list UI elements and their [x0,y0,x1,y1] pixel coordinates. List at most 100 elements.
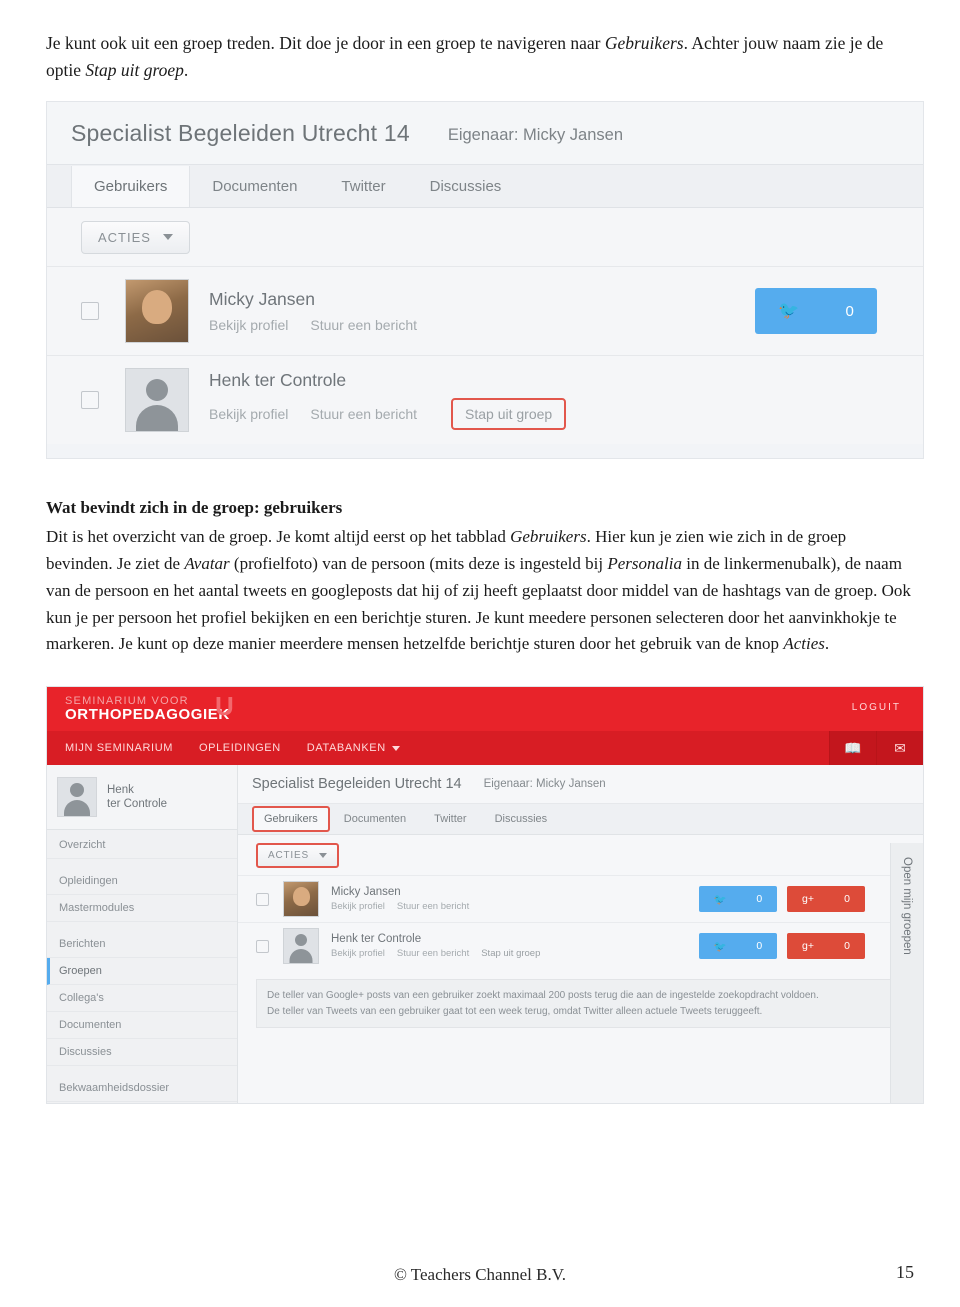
nav-label: MIJN SEMINARIUM [65,742,173,755]
link-bekijk-profiel[interactable]: Bekijk profiel [331,948,385,959]
link-bekijk-profiel[interactable]: Bekijk profiel [331,901,385,912]
sidebar-item-overzicht[interactable]: Overzicht [47,832,237,860]
para-text-4: (profielfoto) van de persoon (mits deze … [229,553,608,573]
nav-label: DATABANKEN [306,742,386,755]
sidebar-item-opleidingen[interactable]: Opleidingen [47,868,237,896]
twitter-count: 0 [845,302,854,320]
nav-icon-group: 📖 ✉ [829,731,923,766]
group-tabs: Gebruikers Documenten Twitter Discussies [47,164,923,209]
twitter-count-button[interactable]: 🐦 0 [699,933,777,960]
user-links: Bekijk profiel Stuur een bericht [331,901,469,912]
mail-icon[interactable]: ✉ [876,731,923,766]
user-name: Micky Jansen [331,886,401,899]
tab-twitter[interactable]: Twitter [420,805,480,834]
logout-button[interactable]: LOGUIT [852,702,901,713]
open-groups-rail[interactable]: Open mijn groepen [890,843,923,1104]
link-stuur-bericht[interactable]: Stuur een bericht [397,948,469,959]
sidebar-item-bekwaamheidsdossier[interactable]: Bekwaamheidsdossier [47,1075,237,1103]
user-row-henk: Henk ter Controle Bekijk profiel Stuur e… [47,355,923,444]
acties-button[interactable]: ACTIES [256,842,339,868]
user-checkbox[interactable] [81,302,99,321]
sidebar-item-documenten[interactable]: Documenten [47,1012,237,1040]
user-links: Bekijk profiel Stuur een bericht Stap ui… [209,398,567,431]
stap-uit-groep-link[interactable]: Stap uit groep [451,398,567,431]
tab-documenten[interactable]: Documenten [190,166,319,207]
twitter-icon: 🐦 [778,301,800,321]
google-plus-count-button[interactable]: g+ 0 [787,886,865,913]
screenshot-full-app: SEMINARIUM VOOR ORTHOPEDAGOGIEK U LOGUIT… [46,686,924,1105]
avatar [283,881,319,918]
sidebar-item-groepen[interactable]: Groepen [47,958,237,986]
tab-discussies[interactable]: Discussies [481,805,562,834]
user-checkbox[interactable] [256,939,269,953]
link-stuur-bericht[interactable]: Stuur een bericht [397,901,469,912]
user-info: Henk ter Controle Bekijk profiel Stuur e… [331,933,540,959]
app-main: Henk ter Controle Overzicht Opleidingen … [47,765,923,1104]
note-line-1: De teller van Google+ posts van een gebr… [267,990,819,1002]
sidebar-item-berichten[interactable]: Berichten [47,931,237,959]
twitter-count-button[interactable]: 🐦 0 [699,886,777,913]
footer-inner: © Teachers Channel B.V. 15 [46,1262,914,1285]
acties-label: ACTIES [268,849,309,861]
para-text-6: . [824,634,830,654]
group-owner: Eigenaar: Micky Jansen [447,125,623,144]
tab-twitter[interactable]: Twitter [319,166,407,207]
app-navbar: MIJN SEMINARIUM OPLEIDINGEN DATABANKEN 📖… [47,731,923,766]
sidebar-item-collegas[interactable]: Collega's [47,985,237,1013]
acties-button[interactable]: ACTIES [81,220,190,254]
user-info: Henk ter Controle Bekijk profiel Stuur e… [209,370,567,431]
link-bekijk-profiel[interactable]: Bekijk profiel [209,317,288,333]
sidebar-item-beroepsidentiteit[interactable]: Beroepsidentiteit [47,1102,237,1103]
link-stuur-bericht[interactable]: Stuur een bericht [310,406,417,422]
tab-discussies[interactable]: Discussies [408,166,524,207]
nav-label: OPLEIDINGEN [199,742,281,755]
twitter-count-button[interactable]: 🐦 0 [755,288,877,335]
sidebar-divider [47,859,237,868]
acties-label: ACTIES [98,229,151,245]
chevron-down-icon [318,852,327,858]
footer-copyright: © Teachers Channel B.V. [393,1265,567,1284]
nav-databanken[interactable]: DATABANKEN [307,742,400,754]
actions-row: ACTIES [47,208,923,266]
sidebar-item-mastermodules[interactable]: Mastermodules [47,895,237,923]
para-text-1: Dit is het overzicht van de groep. Je ko… [46,527,511,547]
page-footer: © Teachers Channel B.V. 15 [0,1262,960,1285]
twitter-count: 0 [756,893,763,906]
user-name: Micky Jansen [209,289,316,310]
user-name: Henk ter Controle [209,370,347,391]
sidebar-user-firstname: Henk [107,784,134,797]
user-info: Micky Jansen Bekijk profiel Stuur een be… [209,289,417,333]
intro-paragraph: Je kunt ook uit een groep treden. Dit do… [46,30,914,83]
user-info: Micky Jansen Bekijk profiel Stuur een be… [331,886,469,912]
link-bekijk-profiel[interactable]: Bekijk profiel [209,406,288,422]
link-stuur-bericht[interactable]: Stuur een bericht [310,317,417,333]
stap-uit-groep-link[interactable]: Stap uit groep [481,948,540,959]
google-plus-count-button[interactable]: g+ 0 [787,933,865,960]
sidebar-list: Overzicht Opleidingen Mastermodules Beri… [47,830,237,1103]
document-page: Je kunt ook uit een groep treden. Dit do… [0,0,960,1307]
app-content: Specialist Begeleiden Utrecht 14 Eigenaa… [238,765,923,1104]
google-plus-count: 0 [844,893,850,906]
screenshot-group-users: Specialist Begeleiden Utrecht 14 Eigenaa… [46,101,924,460]
sidebar-item-discussies[interactable]: Discussies [47,1039,237,1067]
tab-gebruikers[interactable]: Gebruikers [71,165,191,207]
sidebar-user[interactable]: Henk ter Controle [47,765,237,831]
screenshot1-header: Specialist Begeleiden Utrecht 14 Eigenaa… [47,102,923,165]
open-groups-label: Open mijn groepen [901,857,913,956]
user-row-henk: Henk ter Controle Bekijk profiel Stuur e… [238,922,923,969]
tab-gebruikers[interactable]: Gebruikers [252,806,330,833]
twitter-icon: 🐦 [713,893,727,906]
screenshot1-body: ACTIES Micky Jansen Bekijk profiel Stuur… [47,208,923,445]
google-plus-icon: g+ [802,893,815,906]
book-icon[interactable]: 📖 [829,731,876,766]
nav-mijn-seminarium[interactable]: MIJN SEMINARIUM [65,742,173,754]
google-plus-icon: g+ [802,940,815,953]
tab-documenten[interactable]: Documenten [330,805,420,834]
user-links: Bekijk profiel Stuur een bericht [209,317,417,333]
user-checkbox[interactable] [81,391,99,410]
user-checkbox[interactable] [256,892,269,906]
app-logo: SEMINARIUM VOOR ORTHOPEDAGOGIEK [65,695,230,723]
page-number: 15 [896,1262,914,1282]
google-plus-count: 0 [844,940,850,953]
nav-opleidingen[interactable]: OPLEIDINGEN [199,742,281,754]
